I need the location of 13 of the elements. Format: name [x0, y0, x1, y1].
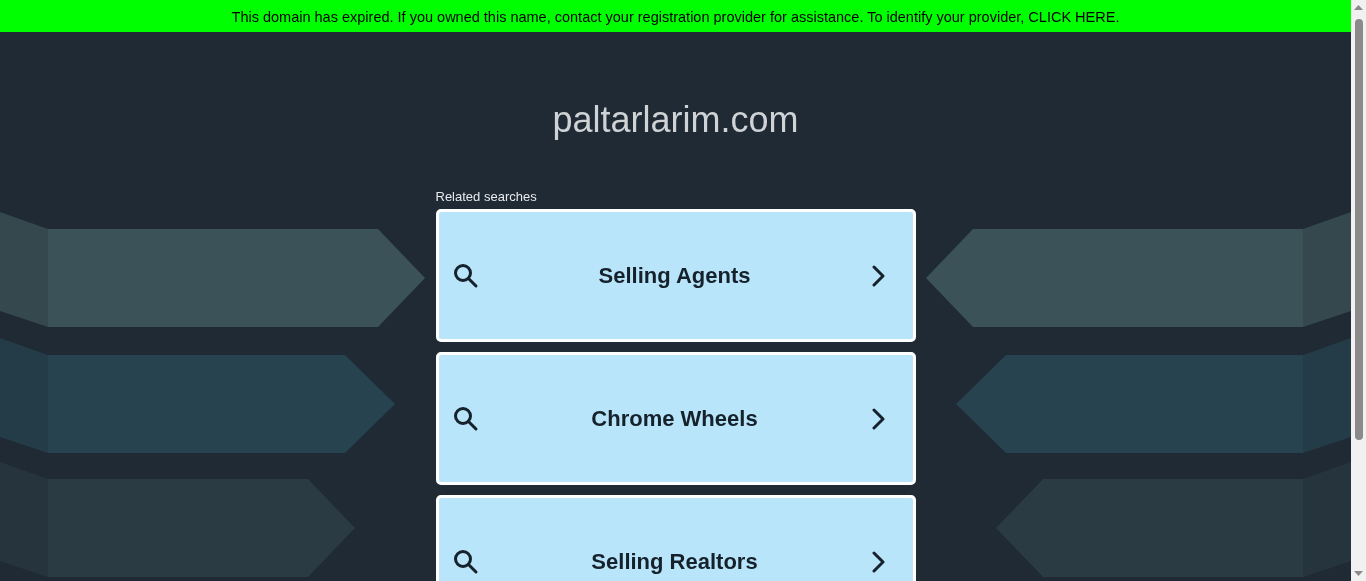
chevron-right-icon	[870, 264, 885, 287]
domain-title: paltarlarim.com	[552, 99, 799, 142]
search-icon	[452, 548, 479, 575]
chevron-right-icon	[870, 407, 885, 430]
expired-domain-banner[interactable]: This domain has expired. If you owned this name, contact your registration provider for assistance. To identify your provider, CLICK HERE.	[0, 0, 1351, 32]
scrollbar[interactable]	[1351, 0, 1366, 581]
search-icon	[452, 405, 479, 432]
chevron-right-icon	[870, 550, 885, 573]
search-link[interactable]: Selling Agents	[435, 209, 916, 342]
search-icon	[452, 262, 479, 289]
search-link[interactable]: Chrome Wheels	[435, 352, 916, 485]
related-searches-label: Related searches	[435, 189, 538, 204]
search-link[interactable]: Selling Realtors	[435, 495, 916, 581]
